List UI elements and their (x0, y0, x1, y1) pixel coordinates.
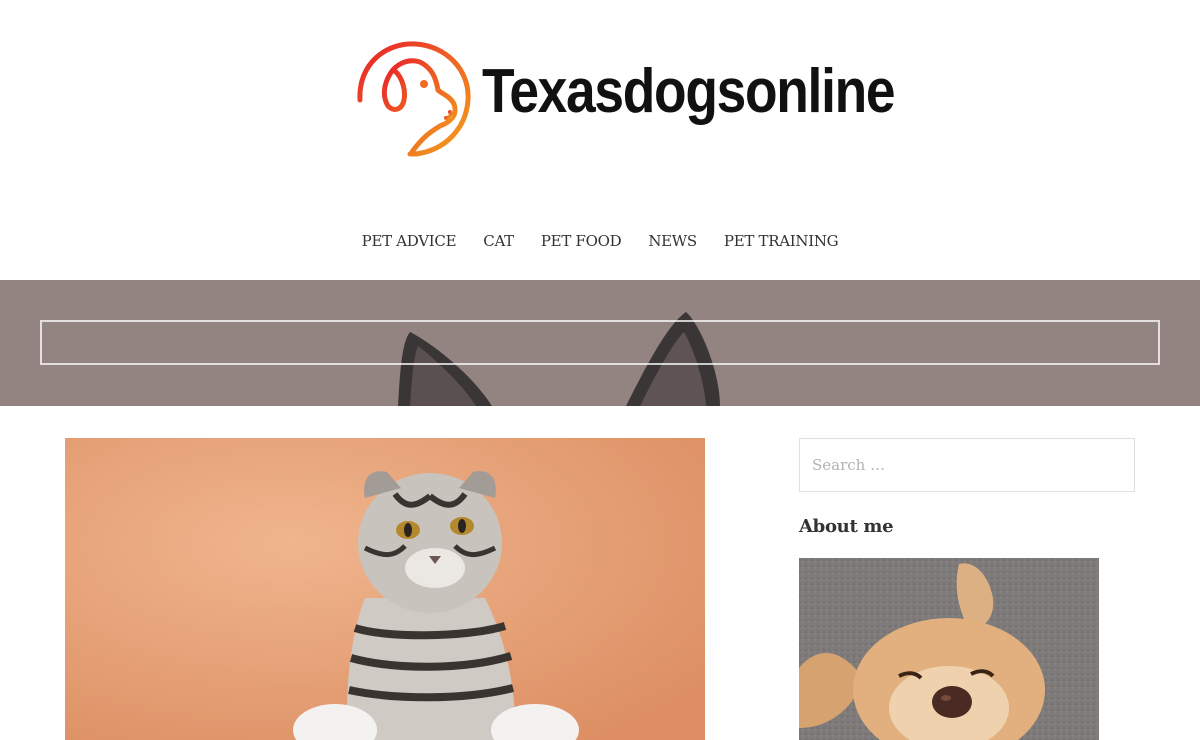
main-navigation: PET ADVICE CAT PET FOOD NEWS PET TRAININ… (0, 228, 1200, 256)
sidebar-search-input[interactable] (799, 438, 1135, 492)
cat-photo (65, 438, 705, 740)
hero-title-frame (40, 320, 1160, 365)
dog-head-outline-icon (357, 41, 471, 157)
site-logo-link[interactable]: Texasdogsonline (354, 38, 896, 160)
nav-item-news[interactable]: NEWS (648, 228, 697, 256)
nav-item-pet-advice[interactable]: PET ADVICE (362, 228, 457, 256)
about-me-heading: About me (799, 516, 894, 537)
site-header: Texasdogsonline (0, 0, 1200, 200)
nav-item-pet-food[interactable]: PET FOOD (541, 228, 622, 256)
dog-photo (799, 558, 1099, 740)
featured-post-image-cat[interactable] (65, 438, 705, 740)
nav-item-pet-training[interactable]: PET TRAINING (724, 228, 839, 256)
nav-item-cat[interactable]: CAT (483, 228, 514, 256)
hero-banner (0, 280, 1200, 406)
site-title[interactable]: Texasdogsonline (482, 56, 896, 127)
about-me-dog-image (799, 558, 1099, 740)
